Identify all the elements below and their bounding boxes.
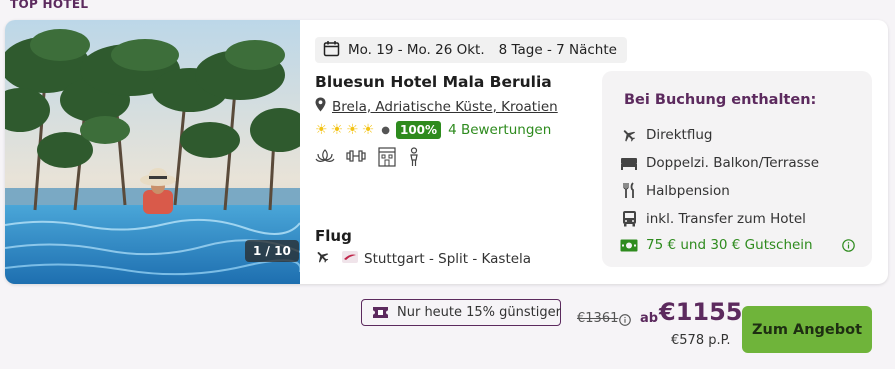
offer-info: Mo. 19 - Mo. 26 Okt. 8 Tage - 7 Nächte B… xyxy=(315,20,627,284)
gallery-counter: 1 / 10 xyxy=(245,240,299,262)
dates-text: Mo. 19 - Mo. 26 Okt. xyxy=(348,42,485,58)
flight-title: Flug xyxy=(315,227,352,245)
travel-dates: Mo. 19 - Mo. 26 Okt. 8 Tage - 7 Nächte xyxy=(315,37,627,63)
separator-dot: ● xyxy=(381,124,390,136)
price-per-person: €578 p.P. xyxy=(671,333,731,348)
bus-icon xyxy=(620,210,638,227)
calendar-icon xyxy=(323,40,340,61)
hotel-photo[interactable]: 1 / 10 xyxy=(5,20,300,284)
hotel-offer-card[interactable]: 1 / 10 Mo. 19 - Mo. 26 Okt. 8 Tage - 7 N… xyxy=(5,20,888,284)
included-item: Halbpension xyxy=(620,182,730,199)
included-title: Bei Buchung enthalten: xyxy=(624,92,817,108)
kids-club-icon xyxy=(377,147,397,167)
hotel-rating: ☀ ☀ ☀ ☀ ● 100% 4 Bewertungen xyxy=(315,121,551,139)
promo-badge: Nur heute 15% günstiger xyxy=(361,299,561,326)
included-item: inkl. Transfer zum Hotel xyxy=(620,210,806,227)
flight-route: Stuttgart - Split - Kastela xyxy=(315,249,531,268)
sun-star-icon: ☀ xyxy=(361,122,375,138)
price-prefix: ab xyxy=(640,311,659,326)
old-price: €1361 xyxy=(577,311,619,326)
duration-text: 8 Tage - 7 Nächte xyxy=(498,42,617,58)
voucher-info-icon[interactable] xyxy=(842,237,855,256)
included-item-label: inkl. Transfer zum Hotel xyxy=(646,210,806,227)
plane-icon xyxy=(620,127,638,143)
child-icon xyxy=(407,147,421,167)
route-text: Stuttgart - Split - Kastela xyxy=(364,250,532,267)
included-item: Doppelzi. Balkon/Terrasse xyxy=(620,155,819,171)
included-item: Direktflug xyxy=(620,127,712,143)
cash-icon xyxy=(620,239,638,252)
total-price: €1155 xyxy=(659,298,743,326)
location-link[interactable]: Brela, Adriatische Küste, Kroatien xyxy=(332,99,558,115)
hotel-location[interactable]: Brela, Adriatische Küste, Kroatien xyxy=(315,97,558,116)
section-label: TOP HOTEL xyxy=(10,0,89,11)
sun-star-icon: ☀ xyxy=(330,122,344,138)
amenities xyxy=(315,147,421,167)
reviews-link[interactable]: 4 Bewertungen xyxy=(448,122,551,138)
promo-text: Nur heute 15% günstiger xyxy=(397,305,561,320)
bed-icon xyxy=(620,156,638,170)
included-item-label: Halbpension xyxy=(646,182,730,199)
ticket-icon xyxy=(372,306,389,319)
sun-star-icon: ☀ xyxy=(315,122,328,138)
included-item-label: Direktflug xyxy=(646,127,713,143)
cutlery-icon xyxy=(620,182,638,199)
hotel-stars: ☀ ☀ ☀ ☀ xyxy=(315,122,377,138)
airline-logo-icon xyxy=(342,250,358,267)
included-item-voucher: 75 € und 30 € Gutschein xyxy=(620,237,813,253)
included-item-label: 75 € und 30 € Gutschein xyxy=(646,237,813,253)
lotus-icon xyxy=(315,147,335,167)
view-offer-button[interactable]: Zum Angebot xyxy=(742,306,872,353)
included-item-label: Doppelzi. Balkon/Terrasse xyxy=(646,155,820,171)
included-box: Bei Buchung enthalten: Direktflug Doppel… xyxy=(602,71,872,267)
price-info-icon[interactable] xyxy=(619,311,631,330)
dumbbell-icon xyxy=(345,147,367,167)
sun-star-icon: ☀ xyxy=(346,122,359,138)
plane-icon xyxy=(315,249,330,268)
map-pin-icon xyxy=(315,97,326,116)
hotel-name[interactable]: Bluesun Hotel Mala Berulia xyxy=(315,73,552,91)
recommendation-score: 100% xyxy=(395,121,442,139)
